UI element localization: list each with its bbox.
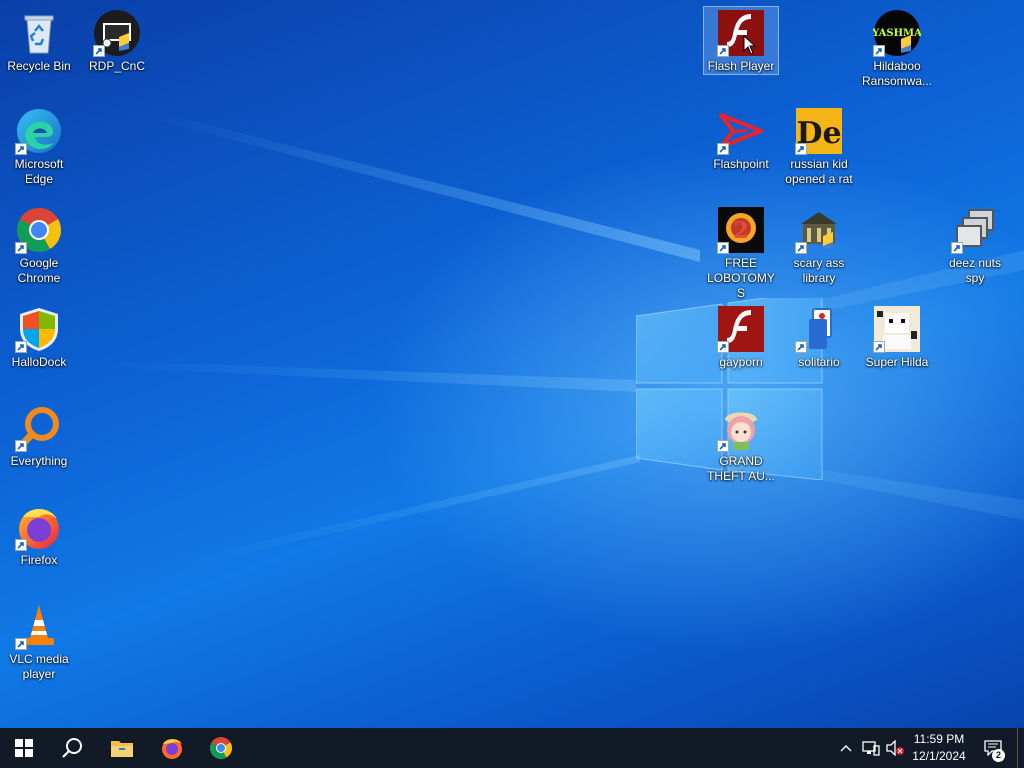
recycle-bin-icon — [24, 15, 54, 54]
taskbar-firefox[interactable] — [148, 728, 196, 768]
taskbar: 11:59 PM 12/1/2024 — [0, 728, 1024, 768]
shortcut-arrow-icon — [795, 143, 807, 155]
shortcut-arrow-icon — [717, 143, 729, 155]
desktop-icon-firefox[interactable]: Firefox — [1, 500, 77, 569]
tray-volume-button[interactable] — [884, 728, 906, 768]
shortcut-arrow-icon — [15, 440, 27, 452]
shortcut-arrow-icon — [873, 45, 885, 57]
desktop-icon-label: deez nuts spy — [948, 256, 1002, 285]
shortcut-arrow-icon — [951, 242, 963, 254]
chevron-up-icon — [840, 745, 852, 752]
desktop-icon-label: Everything — [10, 454, 68, 468]
taskbar-file-explorer[interactable] — [98, 728, 146, 768]
search-icon — [62, 738, 82, 758]
desktop-icon-label: Flashpoint — [713, 157, 769, 171]
clock-time: 11:59 PM — [913, 732, 965, 746]
desktop-icon-rdp-cnc[interactable]: RDP_CnC — [79, 6, 155, 75]
shortcut-arrow-icon — [15, 539, 27, 551]
desktop-icon-label: Recycle Bin — [7, 59, 71, 73]
firefox-icon — [162, 739, 182, 759]
shortcut-arrow-icon — [795, 242, 807, 254]
desktop-icon-label: Firefox — [20, 553, 58, 567]
shortcut-arrow-icon — [93, 45, 105, 57]
chrome-icon — [210, 737, 232, 759]
shortcut-arrow-icon — [717, 440, 729, 452]
desktop-icon-flash-player[interactable]: Flash Player — [703, 6, 779, 75]
svg-text:YASHMA: YASHMA — [873, 28, 921, 39]
clock-date: 12/1/2024 — [912, 749, 966, 763]
desktop-icon-label: Flash Player — [707, 59, 775, 73]
show-desktop-button[interactable] — [1017, 728, 1018, 768]
taskbar-clock[interactable]: 11:59 PM 12/1/2024 — [906, 731, 972, 765]
folder-icon — [111, 741, 133, 757]
desktop-icon-label: Google Chrome — [17, 256, 61, 285]
shortcut-arrow-icon — [717, 242, 729, 254]
desktop-icon-hildaboo-ransomware[interactable]: YASHMA Hildaboo Ransomwa... — [859, 6, 935, 90]
windows-start-icon — [15, 739, 33, 757]
desktop-icon-super-hilda[interactable]: Super Hilda — [859, 302, 935, 371]
desktop-icon-label: Super Hilda — [865, 355, 929, 369]
desktop-icon-solitario[interactable]: solitario — [781, 302, 857, 371]
desktop-icon-scary-ass-library[interactable]: scary ass library — [781, 203, 857, 287]
desktop-icon-grand-theft-auto[interactable]: GRAND THEFT AU... — [703, 401, 779, 485]
shortcut-arrow-icon — [15, 638, 27, 650]
desktop-icon-gayporn[interactable]: gayporn — [703, 302, 779, 371]
search-button[interactable] — [48, 728, 96, 768]
desktop-icon-label: GRAND THEFT AU... — [707, 454, 775, 483]
shortcut-arrow-icon — [717, 341, 729, 353]
notification-count-badge: 2 — [992, 749, 1005, 762]
desktop-icon-deez-nuts-spy[interactable]: deez nuts spy — [937, 203, 1013, 287]
desktop-icon-everything[interactable]: Everything — [1, 401, 77, 470]
desktop-icon-flashpoint[interactable]: Flashpoint — [703, 104, 779, 173]
desktop-icon-label: Hildaboo Ransomwa... — [861, 59, 933, 88]
desktop-icon-microsoft-edge[interactable]: Microsoft Edge — [1, 104, 77, 188]
desktop-icon-label: russian kid opened a rat — [785, 157, 853, 186]
tray-overflow-button[interactable] — [836, 728, 856, 768]
desktop-icon-label: VLC media player — [9, 652, 69, 681]
desktop-icon-label: scary ass library — [793, 256, 845, 285]
svg-text:2: 2 — [733, 218, 748, 244]
action-center-button[interactable] — [978, 728, 1008, 768]
shortcut-arrow-icon — [873, 341, 885, 353]
desktop-icon-russian-kid[interactable]: De russian kid opened a rat — [781, 104, 857, 188]
shortcut-arrow-icon — [15, 143, 27, 155]
shortcut-arrow-icon — [15, 242, 27, 254]
desktop-icon-label: Microsoft Edge — [14, 157, 64, 186]
tray-network-button[interactable] — [860, 728, 882, 768]
desktop-icon-google-chrome[interactable]: Google Chrome — [1, 203, 77, 287]
mouse-cursor-icon — [743, 35, 757, 55]
desktop[interactable]: Recycle Bin RDP_CnC Microsoft Edge Googl… — [0, 0, 1024, 728]
desktop-icon-label: gayporn — [719, 355, 763, 369]
start-button[interactable] — [0, 728, 48, 768]
desktop-icon-label: FREE LOBOTOMYS — [707, 256, 775, 300]
desktop-icon-label: RDP_CnC — [88, 59, 145, 73]
volume-muted-icon — [886, 740, 904, 756]
shortcut-arrow-icon — [795, 341, 807, 353]
desktop-icon-recycle-bin[interactable]: Recycle Bin — [1, 6, 77, 75]
desktop-icon-hallodock[interactable]: HalloDock — [1, 302, 77, 371]
shortcut-arrow-icon — [15, 341, 27, 353]
desktop-icon-free-lobotomys[interactable]: 2 FREE LOBOTOMYS — [703, 203, 779, 302]
desktop-icon-label: HalloDock — [11, 355, 67, 369]
shortcut-arrow-icon — [717, 45, 729, 57]
desktop-icon-label: solitario — [798, 355, 840, 369]
desktop-icon-vlc[interactable]: VLC media player — [1, 599, 77, 683]
taskbar-chrome[interactable] — [197, 728, 245, 768]
network-icon — [862, 741, 880, 756]
